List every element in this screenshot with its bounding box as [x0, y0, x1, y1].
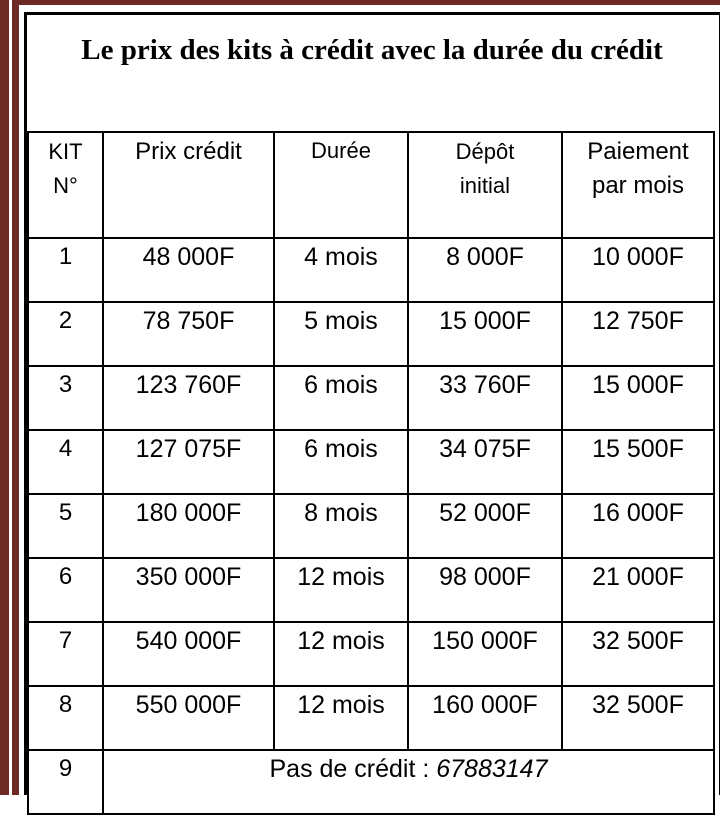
cell-duree: 8 mois	[273, 493, 409, 559]
cell-duree: 12 mois	[273, 557, 409, 623]
cell-depot: 15 000F	[407, 301, 563, 367]
table-row: 1 48 000F 4 mois 8 000F 10 000F	[27, 237, 715, 303]
cell-prix: 123 760F	[102, 365, 275, 431]
cell-duree: 12 mois	[273, 685, 409, 751]
cell-paiement: 21 000F	[561, 557, 715, 623]
no-credit-text: Pas de crédit :	[269, 755, 437, 783]
header-prix: Prix crédit	[102, 131, 275, 239]
cell-kit: 9	[27, 749, 104, 815]
cell-paiement: 10 000F	[561, 237, 715, 303]
header-depot: Dépôt initial	[407, 131, 563, 239]
cell-duree: 6 mois	[273, 429, 409, 495]
cell-paiement: 32 500F	[561, 621, 715, 687]
cell-duree: 6 mois	[273, 365, 409, 431]
cell-depot: 98 000F	[407, 557, 563, 623]
cell-kit: 4	[27, 429, 104, 495]
cell-paiement: 15 500F	[561, 429, 715, 495]
cell-prix: 78 750F	[102, 301, 275, 367]
phone-number: 67883147	[436, 755, 548, 783]
cell-kit: 6	[27, 557, 104, 623]
cell-prix: 180 000F	[102, 493, 275, 559]
table-row: 2 78 750F 5 mois 15 000F 12 750F	[27, 301, 715, 367]
cell-depot: 33 760F	[407, 365, 563, 431]
cell-no-credit: Pas de crédit : 67883147	[102, 749, 715, 815]
page-title: Le prix des kits à crédit avec la durée …	[81, 34, 663, 66]
header-paiement: Paiement par mois	[561, 131, 715, 239]
cell-depot: 150 000F	[407, 621, 563, 687]
cell-prix: 350 000F	[102, 557, 275, 623]
cell-prix: 48 000F	[102, 237, 275, 303]
cell-paiement: 12 750F	[561, 301, 715, 367]
cell-depot: 160 000F	[407, 685, 563, 751]
table-row: 6 350 000F 12 mois 98 000F 21 000F	[27, 557, 715, 623]
table-row: 3 123 760F 6 mois 33 760F 15 000F	[27, 365, 715, 431]
cell-duree: 4 mois	[273, 237, 409, 303]
cell-paiement: 16 000F	[561, 493, 715, 559]
cell-kit: 1	[27, 237, 104, 303]
cell-prix: 127 075F	[102, 429, 275, 495]
cell-depot: 52 000F	[407, 493, 563, 559]
table-row: 5 180 000F 8 mois 52 000F 16 000F	[27, 493, 715, 559]
cell-duree: 5 mois	[273, 301, 409, 367]
header-paiement-label: Paiement par mois	[587, 138, 689, 199]
table-row: 7 540 000F 12 mois 150 000F 32 500F	[27, 621, 715, 687]
cell-depot: 8 000F	[407, 237, 563, 303]
table-row: 8 550 000F 12 mois 160 000F 32 500F	[27, 685, 715, 751]
cell-paiement: 32 500F	[561, 685, 715, 751]
cell-paiement: 15 000F	[561, 365, 715, 431]
header-duree: Durée	[273, 131, 409, 239]
cell-kit: 2	[27, 301, 104, 367]
table-row: 4 127 075F 6 mois 34 075F 15 500F	[27, 429, 715, 495]
cell-kit: 8	[27, 685, 104, 751]
header-kit: KIT N°	[27, 131, 104, 239]
table-row-last: 9 Pas de crédit : 67883147	[27, 749, 715, 815]
cell-depot: 34 075F	[407, 429, 563, 495]
cell-kit: 3	[27, 365, 104, 431]
kits-table: KIT N° Prix crédit Durée Dépôt initial P…	[27, 131, 715, 815]
cell-duree: 12 mois	[273, 621, 409, 687]
header-kit-label: KIT N°	[48, 139, 83, 198]
table-header-row: KIT N° Prix crédit Durée Dépôt initial P…	[27, 131, 715, 239]
cell-kit: 5	[27, 493, 104, 559]
cell-kit: 7	[27, 621, 104, 687]
header-depot-label: Dépôt initial	[455, 139, 515, 198]
cell-prix: 550 000F	[102, 685, 275, 751]
cell-prix: 540 000F	[102, 621, 275, 687]
